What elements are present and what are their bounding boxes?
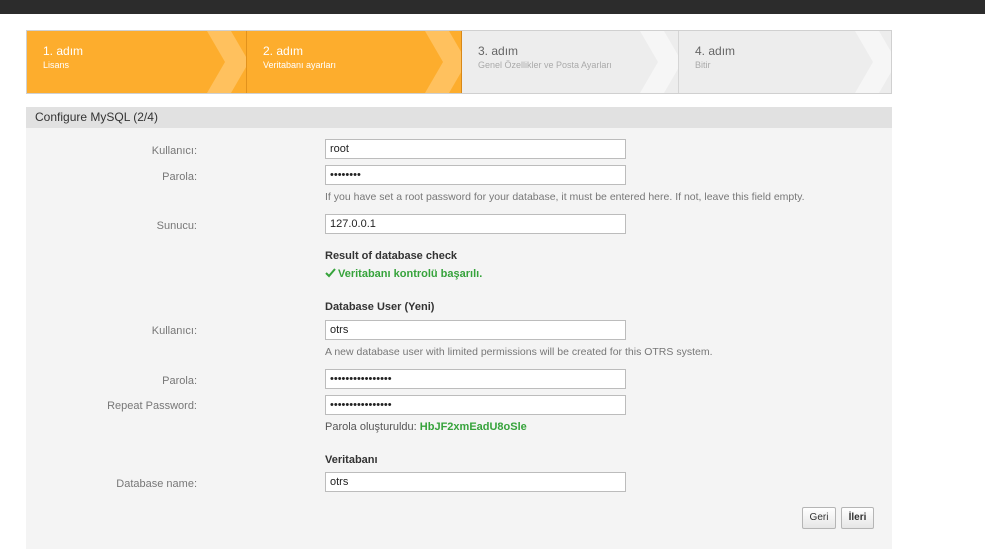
repeat-password-input[interactable]: •••••••••••••••• — [325, 395, 626, 415]
chevron-arrow-icon — [425, 31, 461, 93]
wizard-steps: 1. adım Lisans 2. adım Veritabanı ayarla… — [26, 30, 892, 94]
configure-mysql-form: Kullanıcı: root Parola: •••••••• If you … — [26, 128, 892, 549]
db-password-label: Parola: — [162, 375, 197, 387]
wizard-step-4[interactable]: 4. adım Bitir — [678, 31, 891, 93]
database-check-result: Veritabanı kontrolü başarılı. — [325, 268, 482, 280]
wizard-step-2[interactable]: 2. adım Veritabanı ayarları — [246, 31, 462, 93]
wizard-step-3[interactable]: 3. adım Genel Özellikler ve Posta Ayarla… — [462, 31, 678, 93]
database-check-result-text: Veritabanı kontrolü başarılı. — [338, 268, 483, 280]
host-input[interactable]: 127.0.0.1 — [325, 214, 626, 234]
db-user-label: Kullanıcı: — [151, 325, 197, 337]
database-check-heading: Result of database check — [325, 250, 458, 262]
root-password-hint: If you have set a root password for your… — [325, 191, 805, 203]
step-number: 4. adım — [695, 44, 736, 58]
step-label: Veritabanı ayarları — [263, 60, 337, 70]
step-number: 2. adım — [263, 44, 304, 58]
back-button[interactable]: Geri — [802, 507, 836, 529]
database-name-input[interactable]: otrs — [325, 472, 626, 492]
db-password-input[interactable]: •••••••••••••••• — [325, 369, 626, 389]
chevron-arrow-icon — [207, 31, 246, 93]
generated-password-value: HbJF2xmEadU8oSle — [419, 421, 527, 433]
generated-password: Parola oluşturuldu: HbJF2xmEadU8oSle — [325, 421, 527, 433]
db-user-hint: A new database user with limited permiss… — [325, 346, 713, 358]
step-number: 1. adım — [43, 44, 84, 58]
step-label: Bitir — [695, 60, 711, 70]
host-label: Sunucu: — [156, 220, 197, 232]
step-label: Lisans — [43, 60, 70, 70]
step-label: Genel Özellikler ve Posta Ayarları — [478, 60, 612, 70]
chevron-arrow-icon — [855, 31, 891, 93]
chevron-arrow-icon — [640, 31, 678, 93]
next-button[interactable]: İleri — [841, 507, 874, 529]
database-name-label: Database name: — [116, 478, 197, 490]
panel-title: Configure MySQL (2/4) — [26, 107, 892, 128]
wizard-step-1[interactable]: 1. adım Lisans — [27, 31, 246, 93]
root-user-input[interactable]: root — [325, 139, 626, 159]
top-bar — [0, 0, 985, 14]
root-user-label: Kullanıcı: — [151, 145, 197, 157]
database-heading: Veritabanı — [325, 454, 378, 466]
generated-password-label: Parola oluşturuldu: — [325, 421, 417, 433]
root-password-label: Parola: — [162, 171, 197, 183]
root-password-input[interactable]: •••••••• — [325, 165, 626, 185]
database-user-heading: Database User (Yeni) — [325, 301, 435, 313]
step-number: 3. adım — [478, 44, 519, 58]
repeat-password-label: Repeat Password: — [107, 400, 197, 412]
db-user-input[interactable]: otrs — [325, 320, 626, 340]
checkmark-icon — [325, 268, 336, 278]
